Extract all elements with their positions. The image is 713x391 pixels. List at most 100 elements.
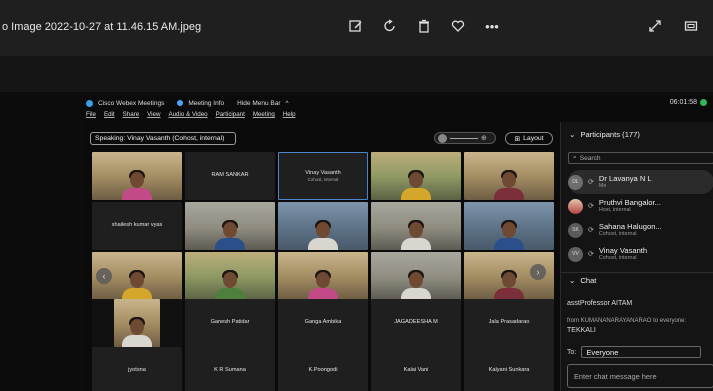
chevron-down-icon[interactable]: ⌄ [569,276,575,285]
video-size-slider[interactable]: ⊕ [434,132,496,144]
trash-icon[interactable] [416,18,432,34]
expand-icon[interactable] [647,18,663,34]
video-tile[interactable]: Jala Prasadarao [464,299,554,347]
video-tile[interactable] [278,202,368,250]
app-name: Cisco Webex Meetings [98,99,165,107]
menu-audio-video[interactable]: Audio & Video [168,111,207,121]
menu-edit[interactable]: Edit [104,111,115,121]
video-tile[interactable] [92,152,182,200]
chat-title: Chat [580,276,597,285]
menu-view[interactable]: View [147,111,160,121]
slider-track[interactable] [450,137,478,139]
photo-viewer-toolbar: o Image 2022-10-27 at 11.46.15 AM.jpeg •… [0,0,713,56]
participant-name: Jala Prasadarao [488,319,530,326]
participants-header[interactable]: ⌄ Participants (177) [569,130,640,139]
participant-search-input[interactable]: ⌕ Search [568,152,713,164]
video-tile-active-speaker[interactable]: Vinay Vasanth Cohost, internal [278,152,368,200]
video-tile[interactable] [371,152,461,200]
chat-message-text: TEKKALI [567,327,596,334]
webex-logo-icon [86,99,93,107]
chat-header[interactable]: ⌄ Chat [569,276,596,285]
menu-file[interactable]: File [86,111,96,121]
participant-name: Ganga Ambika [304,319,342,326]
participant-video [401,266,431,300]
search-icon: ⌕ [573,154,577,161]
participant-role: Host, internal [598,207,631,214]
participant-name-text: Vinay Vasanth [305,169,341,176]
video-tile[interactable]: Kalyani Sunkara [464,347,554,391]
chat-to-label: To: [567,348,577,356]
participant-name: shailesh kumar vyas [111,222,163,229]
video-tile[interactable] [464,202,554,250]
audio-sync-icon: ⟳ [588,251,594,258]
video-tile[interactable] [371,252,461,300]
fit-screen-icon[interactable] [683,18,699,34]
meeting-info-button[interactable]: Meeting Info [188,100,224,107]
next-page-button[interactable]: › [530,264,546,280]
participant-role: Cohost, internal [598,231,637,238]
menu-help[interactable]: Help [283,111,296,121]
participant-video [494,266,524,300]
participant-video [215,266,245,300]
participant-row[interactable]: SK ⟳ Sahana Halugon... Cohost, internal [568,218,713,242]
chevron-up-icon[interactable]: ^ [286,100,289,107]
webex-window: Cisco Webex Meetings Meeting Info Hide M… [84,96,713,391]
participant-role: Me [598,183,607,190]
meeting-timer: 06:01:58 [670,99,707,106]
edit-icon[interactable] [348,18,364,34]
participant-name: Vinay Vasanth Cohost, internal [305,170,341,183]
participant-video [215,216,245,250]
video-tile[interactable] [185,252,275,300]
more-icon[interactable]: ••• [484,18,500,34]
participant-video [122,166,152,200]
info-icon [177,100,184,106]
participant-role: Cohost, internal [307,176,339,182]
video-tile[interactable]: RAM SANKAR [185,152,275,200]
menu-bar: File Edit Share View Audio & Video Parti… [86,111,296,121]
menu-participant[interactable]: Participant [216,111,245,121]
side-panel: ⌄ Participants (177) ⌕ Search DL ⟳ Dr La… [560,122,713,391]
participant-name: Sahana Halugon... [598,221,662,231]
participant-video [122,266,152,300]
participant-name: JAGADEESHA M [394,319,438,326]
participant-name: Kalai Vani [403,367,429,374]
participant-name: jyotsna [128,367,146,374]
video-tile[interactable] [92,299,182,347]
video-tile[interactable]: Kalai Vani [371,347,461,391]
video-tile[interactable] [278,252,368,300]
participant-name: K R Sumana [214,367,246,374]
video-tile[interactable]: jyotsna [92,347,182,391]
chat-recipient-select[interactable]: Everyone [581,346,702,358]
previous-page-button[interactable]: ‹ [96,268,112,284]
menu-meeting[interactable]: Meeting [253,111,275,121]
avatar: DL [568,174,583,190]
audio-sync-icon: ⟳ [588,227,594,234]
video-tile[interactable] [371,202,461,250]
video-tile[interactable]: JAGADEESHA M [371,299,461,347]
chat-message-text: asstProfessor AITAM [567,300,633,307]
participant-name: Vinay Vasanth [598,245,648,255]
chat-message-sender: from KUMANANARAYANARAO to everyone: [567,318,687,324]
hide-menu-button[interactable]: Hide Menu Bar [237,100,280,107]
participant-row[interactable]: DL ⟳ Dr Lavanya N L Me [568,170,713,194]
video-tile[interactable]: Ganga Ambika [278,299,368,347]
video-tile[interactable]: shailesh kumar vyas [92,202,182,250]
participant-row[interactable]: VV ⟳ Vinay Vasanth Cohost, internal [568,242,713,266]
webex-titlebar: Cisco Webex Meetings Meeting Info Hide M… [84,96,713,110]
participant-row[interactable]: ⟳ Pruthvi Bangalor... Host, internal [568,194,713,218]
zoom-plus-icon[interactable]: ⊕ [481,134,487,142]
video-tile[interactable] [185,202,275,250]
video-tile[interactable]: K.Poongodi [278,347,368,391]
layout-button[interactable]: ⊞ Layout [505,132,553,145]
chat-message-input[interactable]: Enter chat message here [567,364,713,388]
video-tile[interactable]: K R Sumana [185,347,275,391]
video-tile[interactable]: Ganesh Patidar [185,299,275,347]
heart-icon[interactable] [450,18,466,34]
slider-knob[interactable] [438,133,447,143]
layout-label: Layout [523,135,544,142]
menu-share[interactable]: Share [123,111,140,121]
video-tile[interactable] [464,152,554,200]
chevron-down-icon[interactable]: ⌄ [569,130,575,139]
rotate-icon[interactable] [382,18,398,34]
participant-video [308,266,338,300]
